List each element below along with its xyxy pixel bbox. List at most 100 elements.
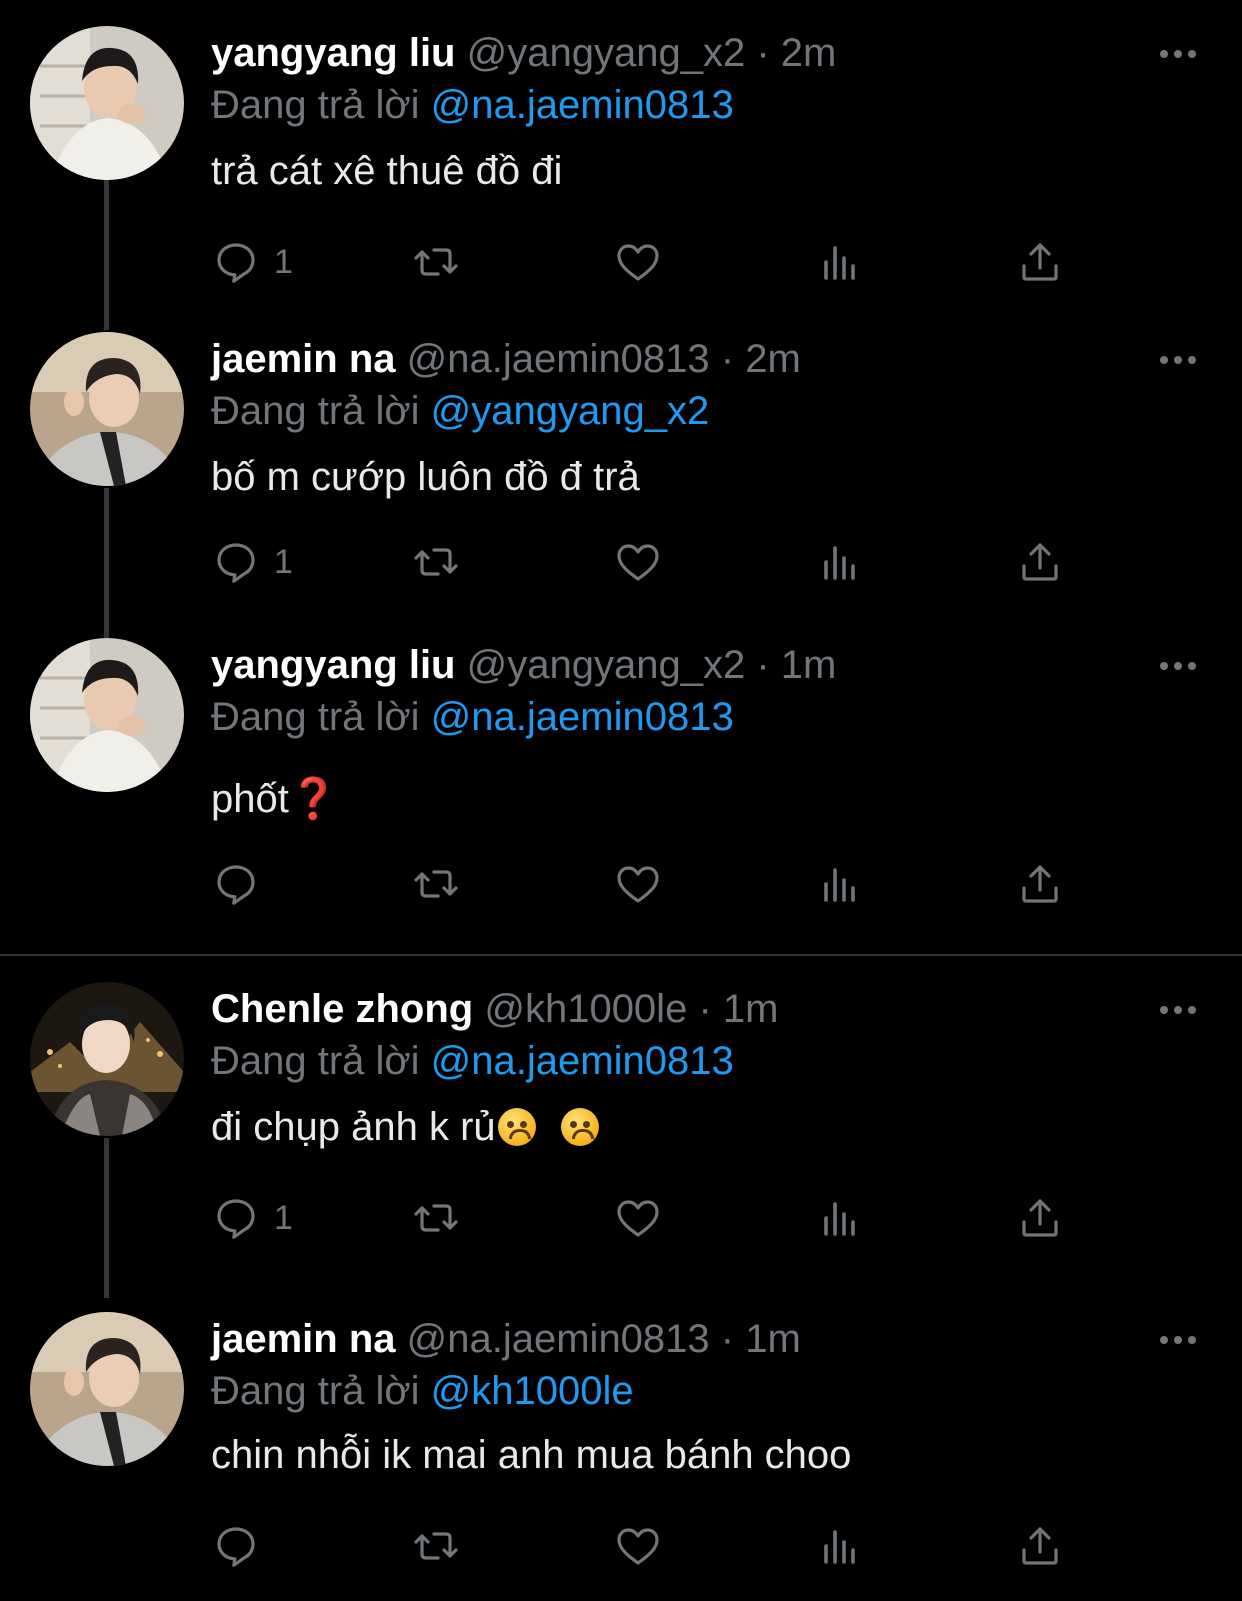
retweet-button[interactable] [412,1516,460,1576]
timestamp[interactable]: · 2m [721,337,801,381]
replying-to-label: Đang trả lời [211,83,420,127]
retweet-button[interactable] [412,1188,460,1248]
share-button[interactable] [1016,854,1064,914]
share-button[interactable] [1016,1188,1064,1248]
handle[interactable]: @na.jaemin0813 [407,337,710,381]
more-icon[interactable] [1158,350,1198,370]
views-icon [824,546,855,580]
mention-link[interactable]: @yangyang_x2 [431,389,710,433]
avatar[interactable] [30,26,184,180]
tweet-header: jaemin na @na.jaemin0813 · 2m [211,332,801,386]
tweet-text: chin nhỗi ik mai anh mua bánh choo [211,1433,852,1477]
display-name[interactable]: jaemin na [211,337,396,381]
views-button[interactable] [816,1516,864,1576]
heart-icon [617,1528,659,1565]
tweet-actions [0,854,1242,914]
like-button[interactable] [614,532,662,592]
handle[interactable]: @yangyang_x2 [467,31,746,75]
more-icon[interactable] [1158,656,1198,676]
views-icon [824,246,855,280]
angry-face-emoji [497,1108,536,1146]
reply-button[interactable]: 1 [212,532,293,592]
tweet[interactable]: jaemin na @na.jaemin0813 · 1m Đang trả l… [0,1312,1242,1592]
tweet[interactable]: Chenle zhong @kh1000le · 1m Đang trả lời… [0,982,1242,1272]
share-icon [1022,1527,1058,1565]
avatar-chenle-image [30,982,184,1136]
avatar-jaemin-image [30,332,184,486]
reply-count: 1 [274,1198,293,1237]
avatar-yangyang-image [30,638,184,792]
reply-button[interactable] [212,854,260,914]
share-button[interactable] [1016,1516,1064,1576]
views-button[interactable] [816,854,864,914]
share-button[interactable] [1016,232,1064,292]
reply-button[interactable]: 1 [212,1188,293,1248]
handle[interactable]: @kh1000le [484,987,687,1031]
mention-link[interactable]: @na.jaemin0813 [431,695,734,739]
display-name[interactable]: yangyang liu [211,31,456,75]
tweet-actions: 1 [0,532,1242,592]
tweet-header: Chenle zhong @kh1000le · 1m [211,982,778,1036]
tweet-text-container: phốt❓ [211,772,339,826]
tweet-actions [0,1516,1242,1576]
avatar[interactable] [30,332,184,486]
views-button[interactable] [816,1188,864,1248]
tweet[interactable]: jaemin na @na.jaemin0813 · 2m Đang trả l… [0,332,1242,622]
timestamp[interactable]: · 2m [756,31,836,75]
mention-link[interactable]: @na.jaemin0813 [431,83,734,127]
views-button[interactable] [816,232,864,292]
tweet[interactable]: yangyang liu @yangyang_x2 · 2m Đang trả … [0,26,1242,316]
heart-icon [617,866,659,903]
display-name[interactable]: yangyang liu [211,643,456,687]
share-icon [1022,1199,1058,1237]
retweet-button[interactable] [412,532,460,592]
tweet-text: trả cát xê thuê đồ đi [211,149,563,193]
avatar[interactable] [30,638,184,792]
timestamp[interactable]: · 1m [756,643,836,687]
reply-button[interactable]: 1 [212,232,293,292]
display-name[interactable]: jaemin na [211,1317,396,1361]
timestamp[interactable]: · 1m [698,987,778,1031]
reply-icon [217,1527,255,1567]
tweet[interactable]: yangyang liu @yangyang_x2 · 1m Đang trả … [0,638,1242,928]
replying-to-label: Đang trả lời [211,1039,420,1083]
avatar[interactable] [30,982,184,1136]
retweet-icon [414,1204,458,1232]
tweet-actions: 1 [0,1188,1242,1248]
reply-icon [217,865,255,905]
replying-to-label: Đang trả lời [211,389,420,433]
mention-link[interactable]: @na.jaemin0813 [431,1039,734,1083]
replying-to: Đang trả lời @na.jaemin0813 [211,690,734,744]
like-button[interactable] [614,1188,662,1248]
views-button[interactable] [816,532,864,592]
timestamp[interactable]: · 1m [721,1317,801,1361]
like-button[interactable] [614,1516,662,1576]
retweet-button[interactable] [412,232,460,292]
more-icon[interactable] [1158,44,1198,64]
mention-link[interactable]: @kh1000le [431,1369,634,1413]
more-icon[interactable] [1158,1330,1198,1350]
share-icon [1022,543,1058,581]
like-button[interactable] [614,232,662,292]
replying-to: Đang trả lời @yangyang_x2 [211,384,709,438]
like-button[interactable] [614,854,662,914]
replying-to: Đang trả lời @na.jaemin0813 [211,1034,734,1088]
retweet-icon [414,548,458,576]
avatar[interactable] [30,1312,184,1466]
retweet-button[interactable] [412,854,460,914]
tweet-header: yangyang liu @yangyang_x2 · 1m [211,638,836,692]
tweet-header: jaemin na @na.jaemin0813 · 1m [211,1312,801,1366]
display-name[interactable]: Chenle zhong [211,987,473,1031]
share-button[interactable] [1016,532,1064,592]
replying-to: Đang trả lời @kh1000le [211,1364,634,1418]
retweet-icon [414,1532,458,1560]
reply-button[interactable] [212,1516,260,1576]
handle[interactable]: @yangyang_x2 [467,643,746,687]
replying-to: Đang trả lời @na.jaemin0813 [211,78,734,132]
handle[interactable]: @na.jaemin0813 [407,1317,710,1361]
views-icon [824,1202,855,1236]
more-icon[interactable] [1158,1000,1198,1020]
thread-divider [0,954,1242,956]
reply-icon [217,543,255,583]
tweet-text: phốt [211,777,289,821]
